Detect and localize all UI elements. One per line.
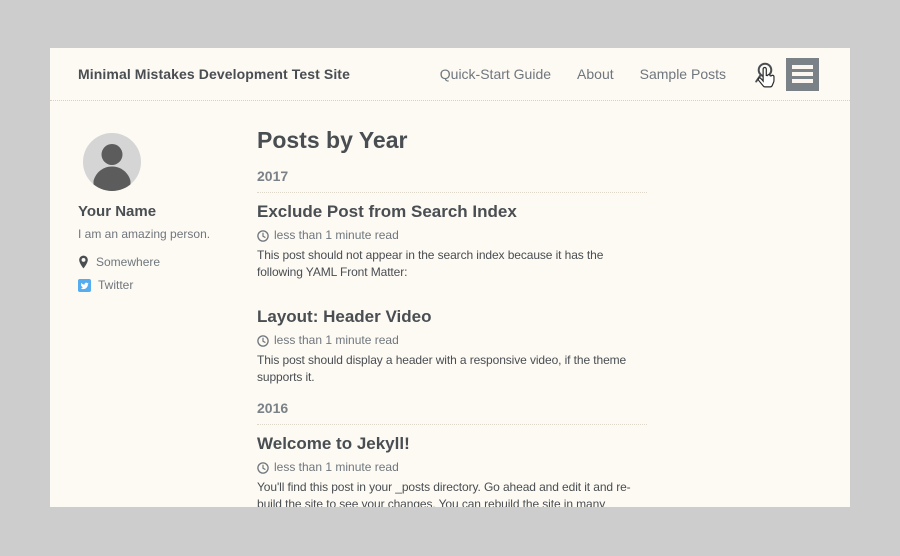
post-entry: Layout: Header Video less than 1 minute …	[257, 306, 647, 386]
author-sidebar: Your Name I am an amazing person. Somewh…	[78, 133, 243, 292]
post-entry: Welcome to Jekyll! less than 1 minute re…	[257, 433, 647, 507]
read-time: less than 1 minute read	[274, 460, 399, 475]
clock-icon	[257, 230, 269, 242]
post-excerpt: You'll find this post in your _posts dir…	[257, 479, 642, 507]
archive-content: Posts by Year 2017 Exclude Post from Sea…	[257, 126, 647, 507]
author-bio: I am an amazing person.	[78, 227, 243, 241]
read-time: less than 1 minute read	[274, 333, 399, 348]
nav-about[interactable]: About	[577, 66, 614, 82]
search-icon	[752, 61, 775, 87]
post-entry: Exclude Post from Search Index less than…	[257, 201, 647, 281]
author-twitter-label: Twitter	[98, 278, 133, 292]
avatar	[78, 133, 243, 191]
page-title: Posts by Year	[257, 126, 647, 154]
site-page: Minimal Mistakes Development Test Site Q…	[50, 48, 850, 507]
clock-icon	[257, 462, 269, 474]
location-pin-icon	[78, 255, 89, 269]
post-meta: less than 1 minute read	[257, 333, 647, 348]
search-button[interactable]	[752, 61, 775, 87]
site-title-link[interactable]: Minimal Mistakes Development Test Site	[78, 66, 414, 82]
year-heading-2017: 2017	[257, 168, 647, 193]
nav-sample-posts[interactable]: Sample Posts	[640, 66, 726, 82]
post-excerpt: This post should display a header with a…	[257, 352, 642, 386]
post-title-link[interactable]: Welcome to Jekyll!	[257, 433, 647, 455]
author-location: Somewhere	[78, 255, 243, 269]
author-location-label: Somewhere	[96, 255, 160, 269]
clock-icon	[257, 335, 269, 347]
desktop-background: Minimal Mistakes Development Test Site Q…	[0, 0, 900, 556]
post-title-link[interactable]: Exclude Post from Search Index	[257, 201, 647, 223]
site-header: Minimal Mistakes Development Test Site Q…	[50, 48, 850, 101]
post-meta: less than 1 minute read	[257, 228, 647, 243]
year-heading-2016: 2016	[257, 400, 647, 425]
post-title-link[interactable]: Layout: Header Video	[257, 306, 647, 328]
author-name: Your Name	[78, 203, 243, 220]
post-excerpt: This post should not appear in the searc…	[257, 247, 642, 281]
post-meta: less than 1 minute read	[257, 460, 647, 475]
menu-button[interactable]	[786, 58, 819, 91]
author-twitter-link[interactable]: Twitter	[78, 278, 243, 292]
primary-nav: Quick-Start Guide About Sample Posts	[414, 58, 819, 91]
twitter-icon	[78, 279, 91, 292]
read-time: less than 1 minute read	[274, 228, 399, 243]
nav-quick-start-guide[interactable]: Quick-Start Guide	[440, 66, 551, 82]
